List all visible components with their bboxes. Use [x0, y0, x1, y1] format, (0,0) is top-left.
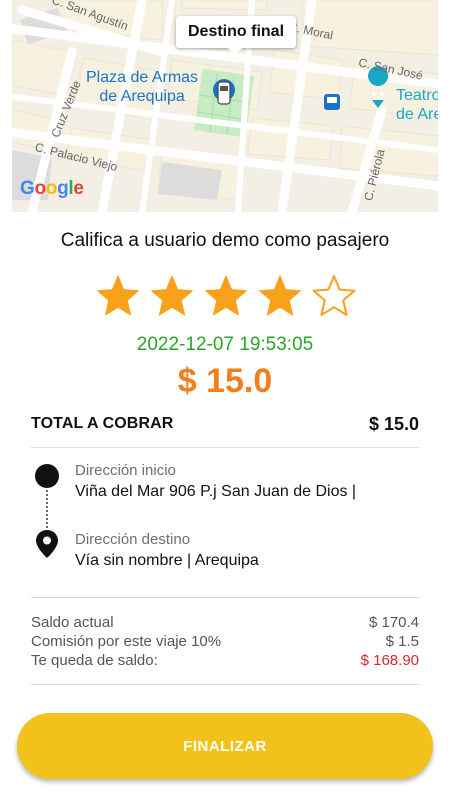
balance-commission-label: Comisión por este viaje 10% [31, 633, 222, 650]
balance-remaining-value: $ 168.90 [360, 652, 419, 669]
star-filled-icon[interactable] [204, 274, 248, 318]
balance-commission-row: Comisión por este viaje 10% $ 1.5 [31, 633, 419, 650]
balance-current-row: Saldo actual $ 170.4 [31, 614, 419, 631]
place-label-plaza: Plaza de Armas de Arequipa [86, 68, 198, 106]
route-dotted-line [46, 490, 48, 532]
rating-title: Califica a usuario demo como pasajero [60, 230, 390, 251]
finish-button[interactable]: FINALIZAR [17, 713, 433, 779]
google-logo-letter: e [73, 178, 84, 199]
google-logo-letter: o [45, 178, 58, 199]
balance-remaining-row: Te queda de saldo: $ 168.90 [31, 652, 419, 669]
map-view[interactable]: C. San Agustín C. Moral C. San José Cruz… [12, 0, 438, 212]
destination-label: Dirección destino [75, 531, 191, 548]
origin-label: Dirección inicio [75, 462, 176, 479]
star-empty-icon[interactable] [312, 274, 356, 318]
place-label-plaza-line1: Plaza de Armas [86, 69, 199, 86]
balance-remaining-label: Te queda de saldo: [31, 652, 158, 669]
divider [31, 597, 419, 598]
total-value: $ 15.0 [368, 413, 419, 434]
place-label-teatro-line2: de Are [396, 106, 438, 123]
place-label-teatro-line1: Teatro [396, 87, 438, 104]
balance-current-value: $ 170.4 [368, 614, 419, 631]
destination-address: Vía sin nombre | Arequipa [75, 552, 259, 569]
star-filled-icon[interactable] [150, 274, 194, 318]
balance-commission-value: $ 1.5 [385, 633, 419, 650]
place-label-teatro: Teatro de Are [396, 86, 438, 124]
divider [31, 684, 419, 685]
trip-datetime: 2022-12-07 19:53:05 [136, 334, 314, 355]
google-logo-letter: g [57, 178, 69, 199]
star-filled-icon[interactable] [96, 274, 140, 318]
star-filled-icon[interactable] [258, 274, 302, 318]
origin-address: Viña del Mar 906 P.j San Juan de Dios | [75, 483, 357, 500]
origin-dot-icon [35, 464, 59, 488]
star-rating[interactable] [96, 274, 356, 318]
total-row: TOTAL A COBRAR $ 15.0 [31, 412, 419, 436]
divider [31, 447, 419, 448]
total-label: TOTAL A COBRAR [31, 415, 174, 432]
place-label-plaza-line2: de Arequipa [99, 88, 185, 105]
balance-current-label: Saldo actual [31, 614, 114, 631]
google-logo-letter: G [20, 178, 35, 199]
destination-pin-icon [36, 530, 58, 558]
google-logo: Google [20, 178, 84, 200]
trip-amount: $ 15.0 [177, 362, 273, 400]
google-logo-letter: o [34, 178, 46, 199]
destination-callout: Destino final [176, 16, 297, 55]
